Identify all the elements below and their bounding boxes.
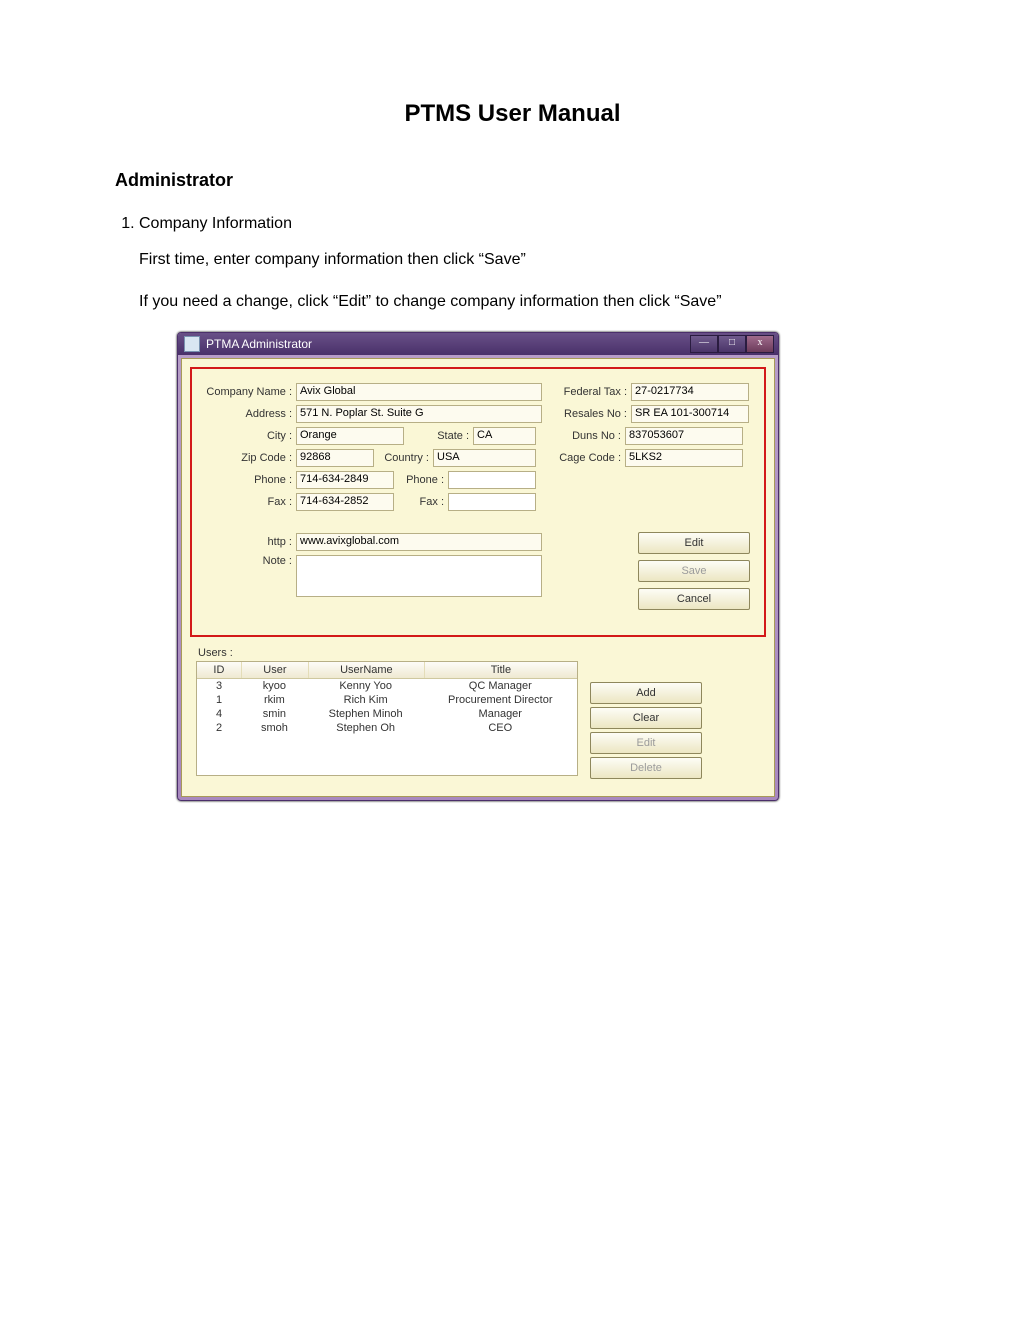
- add-user-button[interactable]: Add: [590, 682, 702, 704]
- table-row[interactable]: 1 rkim Rich Kim Procurement Director: [197, 693, 577, 707]
- cage-code-field[interactable]: 5LKS2: [625, 449, 743, 467]
- label-cage-code: Cage Code :: [536, 452, 625, 464]
- cell-username: Stephen Minoh: [308, 707, 424, 721]
- page-title: PTMS User Manual: [115, 100, 910, 128]
- paragraph: If you need a change, click “Edit” to ch…: [139, 291, 910, 313]
- edit-button[interactable]: Edit: [638, 532, 750, 554]
- col-title[interactable]: Title: [425, 662, 577, 678]
- label-federal-tax: Federal Tax :: [542, 386, 631, 398]
- cell-username: Rich Kim: [308, 693, 424, 707]
- cell-title: Procurement Director: [424, 693, 577, 707]
- company-info-frame: Company Name : Avix Global Federal Tax :…: [190, 367, 766, 637]
- label-resales-no: Resales No :: [542, 408, 631, 420]
- save-button[interactable]: Save: [638, 560, 750, 582]
- cell-id: 3: [197, 679, 241, 693]
- note-field[interactable]: [296, 555, 542, 597]
- label-duns-no: Duns No :: [536, 430, 625, 442]
- federal-tax-field[interactable]: 27-0217734: [631, 383, 749, 401]
- address-field[interactable]: 571 N. Poplar St. Suite G: [296, 405, 542, 423]
- titlebar[interactable]: PTMA Administrator — □ x: [178, 333, 778, 355]
- label-fax2: Fax :: [394, 496, 448, 508]
- cancel-button[interactable]: Cancel: [638, 588, 750, 610]
- col-username[interactable]: UserName: [309, 662, 425, 678]
- delete-user-button[interactable]: Delete: [590, 757, 702, 779]
- section-heading: Administrator: [115, 170, 910, 191]
- cell-id: 1: [197, 693, 241, 707]
- cell-user: smoh: [241, 721, 308, 735]
- label-phone2: Phone :: [394, 474, 448, 486]
- label-note: Note :: [202, 555, 296, 567]
- duns-no-field[interactable]: 837053607: [625, 427, 743, 445]
- app-icon: [184, 336, 200, 352]
- label-zip: Zip Code :: [202, 452, 296, 464]
- cell-title: CEO: [424, 721, 577, 735]
- window-title: PTMA Administrator: [206, 337, 690, 351]
- table-row[interactable]: 4 smin Stephen Minoh Manager: [197, 707, 577, 721]
- label-country: Country :: [374, 452, 433, 464]
- cell-title: QC Manager: [424, 679, 577, 693]
- label-fax1: Fax :: [202, 496, 296, 508]
- resales-no-field[interactable]: SR EA 101-300714: [631, 405, 749, 423]
- label-state: State :: [404, 430, 473, 442]
- phone2-field[interactable]: [448, 471, 536, 489]
- paragraph: First time, enter company information th…: [139, 249, 910, 271]
- table-row[interactable]: 3 kyoo Kenny Yoo QC Manager: [197, 679, 577, 693]
- cell-user: rkim: [241, 693, 308, 707]
- city-field[interactable]: Orange: [296, 427, 404, 445]
- edit-user-button[interactable]: Edit: [590, 732, 702, 754]
- label-phone1: Phone :: [202, 474, 296, 486]
- label-http: http :: [202, 536, 296, 548]
- close-button[interactable]: x: [746, 335, 774, 353]
- app-window: PTMA Administrator — □ x Company Name : …: [177, 332, 779, 801]
- label-company-name: Company Name :: [202, 386, 296, 398]
- fax1-field[interactable]: 714-634-2852: [296, 493, 394, 511]
- label-address: Address :: [202, 408, 296, 420]
- cell-title: Manager: [424, 707, 577, 721]
- label-city: City :: [202, 430, 296, 442]
- country-field[interactable]: USA: [433, 449, 536, 467]
- cell-user: smin: [241, 707, 308, 721]
- company-name-field[interactable]: Avix Global: [296, 383, 542, 401]
- cell-username: Kenny Yoo: [308, 679, 424, 693]
- cell-user: kyoo: [241, 679, 308, 693]
- cell-username: Stephen Oh: [308, 721, 424, 735]
- maximize-button[interactable]: □: [718, 335, 746, 353]
- col-user[interactable]: User: [242, 662, 309, 678]
- zip-field[interactable]: 92868: [296, 449, 374, 467]
- cell-id: 4: [197, 707, 241, 721]
- minimize-button[interactable]: —: [690, 335, 718, 353]
- users-table[interactable]: ID User UserName Title 3 kyoo Kenny Yoo …: [196, 661, 578, 776]
- state-field[interactable]: CA: [473, 427, 536, 445]
- http-field[interactable]: www.avixglobal.com: [296, 533, 542, 551]
- step-label: Company Information: [139, 215, 292, 232]
- cell-id: 2: [197, 721, 241, 735]
- col-id[interactable]: ID: [197, 662, 242, 678]
- fax2-field[interactable]: [448, 493, 536, 511]
- table-row[interactable]: 2 smoh Stephen Oh CEO: [197, 721, 577, 735]
- phone1-field[interactable]: 714-634-2849: [296, 471, 394, 489]
- users-heading: Users :: [198, 647, 760, 659]
- clear-user-button[interactable]: Clear: [590, 707, 702, 729]
